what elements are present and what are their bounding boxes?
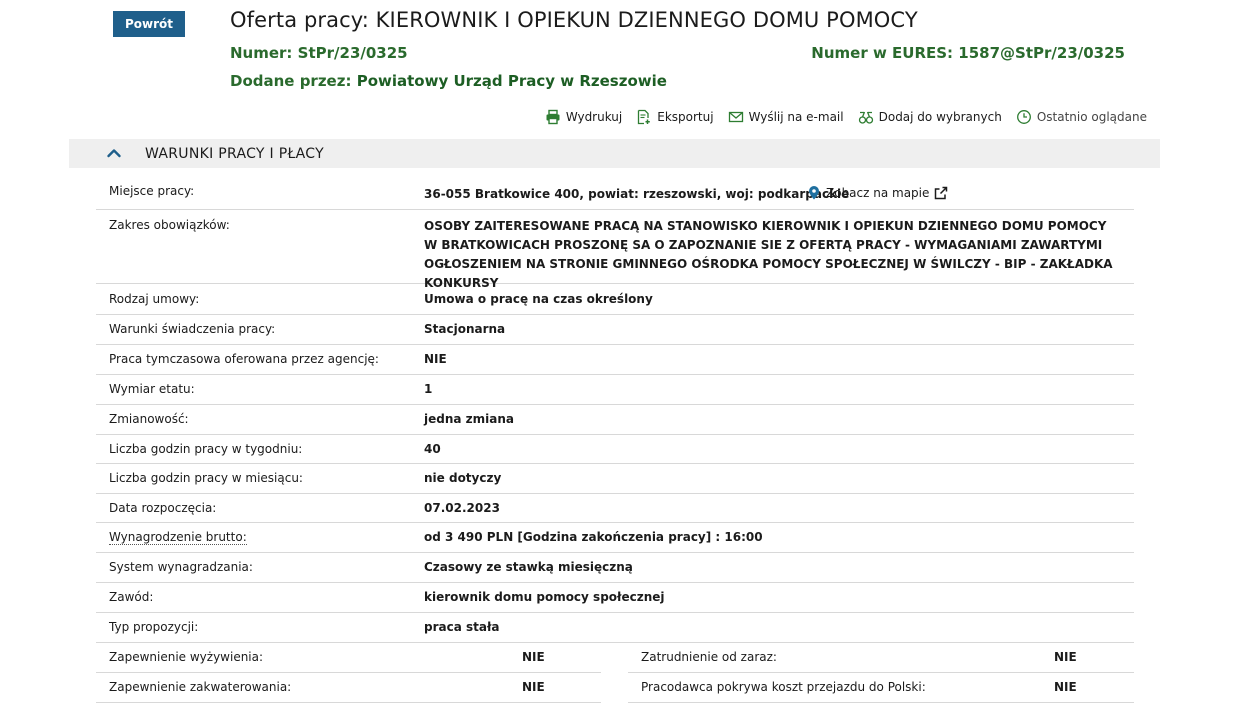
map-pin-icon: [809, 186, 819, 200]
salary-term-tooltip[interactable]: Wynagrodzenie brutto:: [109, 530, 247, 545]
detail-label: Typ propozycji:: [109, 620, 199, 634]
favorites-action[interactable]: Dodaj do wybranych: [858, 109, 1002, 125]
offer-number-value: StPr/23/0325: [297, 44, 408, 62]
email-label: Wyślij na e-mail: [748, 110, 844, 124]
detail-label: Zatrudnienie od zaraz:: [641, 650, 777, 664]
added-by-label: Dodane przez:: [230, 72, 352, 90]
clock-icon: [1016, 110, 1031, 124]
export-icon: [638, 109, 651, 125]
detail-label: Liczba godzin pracy w miesiącu:: [109, 471, 303, 485]
detail-row-start-date: Data rozpoczęcia: 07.02.2023: [96, 494, 1134, 523]
detail-row-pay-system: System wynagradzania: Czasowy ze stawką …: [96, 553, 1134, 583]
detail-label: Zawód:: [109, 590, 154, 604]
detail-value: od 3 490 PLN [Godzina zakończenia pracy]…: [424, 530, 763, 544]
added-by: Dodane przez: Powiatowy Urząd Pracy w Rz…: [230, 72, 667, 90]
detail-cell-meals: Zapewnienie wyżywienia: NIE: [96, 643, 601, 673]
detail-label: Warunki świadczenia pracy:: [109, 322, 276, 336]
offer-number-label: Numer:: [230, 44, 293, 62]
detail-value: NIE: [522, 650, 545, 664]
detail-label: Pracodawca pokrywa koszt przejazdu do Po…: [641, 680, 926, 694]
eures-number-value: 1587@StPr/23/0325: [958, 44, 1125, 62]
detail-value: Stacjonarna: [424, 322, 506, 336]
email-action[interactable]: Wyślij na e-mail: [728, 109, 844, 125]
detail-value: 07.02.2023: [424, 501, 500, 515]
detail-value: Czasowy ze stawką miesięczną: [424, 560, 633, 574]
detail-row-fte: Wymiar etatu: 1: [96, 375, 1134, 405]
page-title: Oferta pracy: KIEROWNIK I OPIEKUN DZIENN…: [230, 8, 918, 32]
detail-row-contract-type: Rodzaj umowy: Umowa o pracę na czas okre…: [96, 284, 1134, 315]
detail-row-split: Zapewnienie wyżywienia: NIE Zatrudnienie…: [96, 643, 1134, 673]
detail-label: Liczba godzin pracy w tygodniu:: [109, 442, 303, 456]
detail-label: Rodzaj umowy:: [109, 292, 200, 306]
add-favorite-icon: [858, 111, 873, 124]
show-on-map-link[interactable]: Zobacz na mapie: [807, 186, 948, 200]
detail-value: nie dotyczy: [424, 471, 502, 485]
recently-viewed-label: Ostatnio oglądane: [1036, 110, 1147, 124]
detail-value: 40: [424, 442, 441, 456]
detail-label[interactable]: Wynagrodzenie brutto:: [96, 523, 424, 552]
detail-row-workplace: Miejsce pracy: 36-055 Bratkowice 400, po…: [96, 176, 1134, 210]
detail-value: praca stała: [424, 620, 500, 634]
external-link-icon: [935, 186, 948, 200]
detail-label: Zmianowość:: [109, 412, 189, 426]
eures-number: Numer w EURES: 1587@StPr/23/0325: [811, 44, 1125, 62]
detail-row-temporary-work: Praca tymczasowa oferowana przez agencję…: [96, 345, 1134, 375]
added-by-organization: Powiatowy Urząd Pracy w Rzeszowie: [356, 72, 667, 90]
detail-value: NIE: [424, 352, 447, 366]
detail-row-duties: Zakres obowiązków: OSOBY ZAITERESOWANE P…: [96, 210, 1134, 290]
detail-value: 36-055 Bratkowice 400, powiat: rzeszowsk…: [424, 187, 850, 201]
detail-value: 1: [424, 382, 433, 396]
back-button[interactable]: Powrót: [113, 11, 185, 37]
detail-label: Zapewnienie zakwaterowania:: [109, 680, 292, 694]
detail-row-work-mode: Warunki świadczenia pracy: Stacjonarna: [96, 315, 1134, 345]
chevron-up-icon: [107, 149, 121, 158]
detail-label: Wymiar etatu:: [109, 382, 195, 396]
detail-row-offer-type: Typ propozycji: praca stała: [96, 613, 1134, 643]
print-action[interactable]: Wydrukuj: [545, 109, 622, 125]
detail-row-gross-salary: Wynagrodzenie brutto: od 3 490 PLN [Godz…: [96, 523, 1134, 553]
detail-value: NIE: [522, 680, 545, 694]
detail-row-split: Zapewnienie zakwaterowania: NIE Pracodaw…: [96, 673, 1134, 703]
detail-row-weekly-hours: Liczba godzin pracy w tygodniu: 40: [96, 435, 1134, 464]
detail-cell-accommodation: Zapewnienie zakwaterowania: NIE: [96, 673, 601, 703]
detail-label: Zapewnienie wyżywienia:: [109, 650, 264, 664]
detail-label: Zakres obowiązków:: [109, 218, 230, 232]
detail-row-monthly-hours: Liczba godzin pracy w miesiącu: nie doty…: [96, 464, 1134, 494]
envelope-icon: [728, 111, 743, 123]
action-toolbar: Wydrukuj Eksportuj Wyślij na e-mail Doda…: [545, 109, 1147, 125]
offer-number: Numer: StPr/23/0325: [230, 44, 408, 62]
detail-cell-travel-cost: Pracodawca pokrywa koszt przejazdu do Po…: [628, 673, 1134, 703]
detail-value: NIE: [1054, 650, 1077, 664]
print-label: Wydrukuj: [565, 110, 623, 124]
section-title: WARUNKI PRACY I PŁACY: [145, 146, 324, 162]
detail-value: kierownik domu pomocy społecznej: [424, 590, 665, 604]
detail-value: OSOBY ZAITERESOWANE PRACĄ NA STANOWISKO …: [424, 219, 1113, 290]
printer-icon: [546, 109, 560, 125]
export-action[interactable]: Eksportuj: [636, 109, 714, 125]
detail-label: Miejsce pracy:: [109, 184, 195, 198]
detail-value: Umowa o pracę na czas określony: [424, 292, 653, 306]
recently-viewed-action[interactable]: Ostatnio oglądane: [1016, 109, 1147, 125]
detail-label: Data rozpoczęcia:: [109, 501, 217, 515]
eures-number-label: Numer w EURES:: [811, 44, 954, 62]
favorites-label: Dodaj do wybranych: [878, 110, 1002, 124]
detail-value: jedna zmiana: [424, 412, 514, 426]
export-label: Eksportuj: [657, 110, 714, 124]
show-on-map-label: Zobacz na mapie: [826, 186, 930, 200]
work-conditions-table: Miejsce pracy: 36-055 Bratkowice 400, po…: [96, 176, 1134, 703]
detail-label: System wynagradzania:: [109, 560, 253, 574]
detail-row-occupation: Zawód: kierownik domu pomocy społecznej: [96, 583, 1134, 613]
detail-cell-immediate-hire: Zatrudnienie od zaraz: NIE: [628, 643, 1134, 673]
detail-label: Praca tymczasowa oferowana przez agencję…: [109, 352, 379, 366]
section-toggle-work-conditions[interactable]: WARUNKI PRACY I PŁACY: [69, 139, 1160, 168]
detail-row-shifts: Zmianowość: jedna zmiana: [96, 405, 1134, 435]
detail-value: NIE: [1054, 680, 1077, 694]
